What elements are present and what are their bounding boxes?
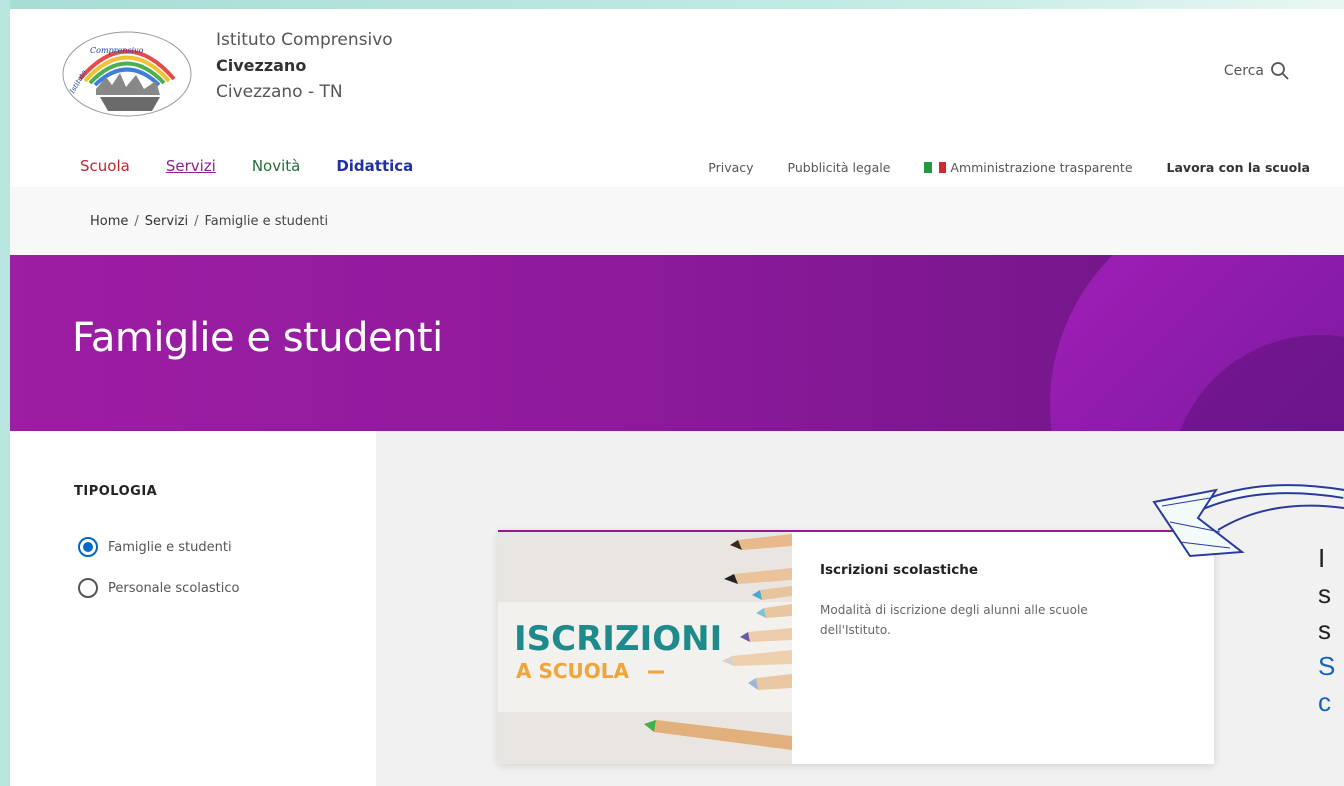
overlay-line: s [1318,615,1331,645]
radio-checked-icon[interactable] [78,537,98,557]
school-logo[interactable]: Comprensivo Istituto [60,29,194,119]
search-label: Cerca [1223,63,1264,79]
breadcrumb-separator: / [134,214,139,229]
search-icon [1271,62,1289,80]
card-title[interactable]: Iscrizioni scolastiche [820,562,1090,578]
nav-item-scuola[interactable]: Scuola [80,157,130,175]
italian-flag-icon [924,162,947,173]
card-description: Modalità di iscrizione degli alunni alle… [820,603,1088,637]
hero-banner: Famiglie e studenti [10,255,1344,431]
breadcrumb-home[interactable]: Home [90,214,128,229]
school-name[interactable]: Istituto Comprensivo Civezzano Civezzano… [216,27,393,105]
nav-amministrazione-label: Amministrazione trasparente [950,160,1133,175]
breadcrumb: Home / Servizi / Famiglie e studenti [90,214,328,229]
nav-item-servizi[interactable]: Servizi [166,157,216,175]
nav-item-didattica[interactable]: Didattica [336,157,413,175]
school-name-line3: Civezzano - TN [216,82,343,102]
school-name-line2: Civezzano [216,56,307,75]
overlay-link[interactable]: c [1318,684,1335,720]
curved-arrow-icon [1152,484,1344,558]
nav-lavora-con-la-scuola[interactable]: Lavora con la scuola [1167,160,1310,175]
card-image: ISCRIZIONI A SCUOLA [498,532,792,764]
main-navigation: Scuola Servizi Novità Didattica [80,157,413,175]
filter-option-personale[interactable]: Personale scolastico [78,578,239,598]
svg-text:Comprensivo: Comprensivo [90,46,144,55]
secondary-navigation: Privacy Pubblicità legale Amministrazion… [708,160,1310,175]
overlay-line: I [1318,543,1326,573]
nav-item-novita[interactable]: Novità [252,157,301,175]
filter-sidebar: TIPOLOGIA Famiglie e studenti Personale … [10,431,376,786]
card-image-text-2: A SCUOLA [516,659,630,683]
filter-option-label: Personale scolastico [108,580,240,596]
breadcrumb-servizi[interactable]: Servizi [145,214,188,229]
filter-title: TIPOLOGIA [74,484,158,499]
web-page: Comprensivo Istituto Istituto Comprensiv… [10,9,1344,786]
nav-amministrazione-trasparente[interactable]: Amministrazione trasparente [924,160,1133,175]
nav-pubblicita-legale[interactable]: Pubblicità legale [788,160,891,175]
breadcrumb-separator: / [194,214,199,229]
radio-unchecked-icon[interactable] [78,578,98,598]
breadcrumb-current: Famiglie e studenti [204,214,329,229]
overlay-annotation: I s s S c [1318,540,1335,720]
backdrop-top [0,0,1344,9]
pencils-illustration: ISCRIZIONI A SCUOLA [498,532,792,764]
overlay-line: s [1318,579,1331,609]
nav-privacy[interactable]: Privacy [708,160,753,175]
page-title: Famiglie e studenti [72,315,443,361]
backdrop-left [0,0,10,786]
overlay-link[interactable]: S [1318,648,1335,684]
search-button[interactable]: Cerca [1224,61,1290,81]
card-body: Iscrizioni scolastiche Modalità di iscri… [792,532,1090,764]
site-header: Comprensivo Istituto Istituto Comprensiv… [10,9,1344,187]
service-card[interactable]: ISCRIZIONI A SCUOLA Iscrizioni scolastic… [498,530,1214,764]
school-name-line1: Istituto Comprensivo [216,30,393,50]
card-image-text-1: ISCRIZIONI [514,619,722,659]
breadcrumb-bar: Home / Servizi / Famiglie e studenti [10,187,1344,255]
filter-option-famiglie[interactable]: Famiglie e studenti [78,537,232,557]
filter-option-label: Famiglie e studenti [108,539,232,555]
